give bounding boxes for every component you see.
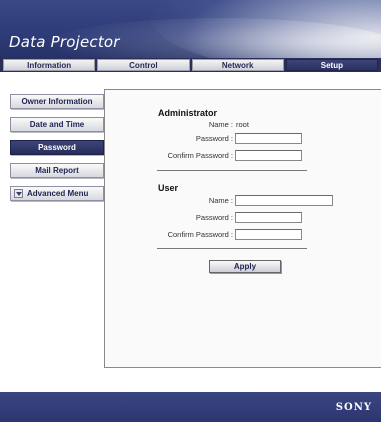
section-divider [157,170,307,171]
brand-logo: SONY [335,402,372,413]
user-password-field[interactable] [235,212,302,223]
admin-name-value: root [236,120,249,129]
chevron-down-icon [14,189,23,198]
header-banner: Data Projector [0,0,381,58]
tab-setup[interactable]: Setup [285,59,378,71]
tab-information[interactable]: Information [3,59,96,71]
administrator-heading: Administrator [158,108,218,118]
main-tabs: Information Control Network Setup [0,58,381,72]
footer-bar: SONY [0,392,381,422]
sidebar-item-label: Advanced Menu [27,189,89,198]
sidebar-item-date-and-time[interactable]: Date and Time [10,117,104,132]
tab-control[interactable]: Control [97,59,190,71]
user-name-label: Name : [208,196,233,205]
app-title: Data Projector [9,33,120,51]
sidebar-item-password[interactable]: Password [10,140,104,155]
user-confirm-password-field[interactable] [235,229,302,240]
section-divider [157,248,307,249]
apply-button[interactable]: Apply [209,260,281,273]
admin-confirm-password-field[interactable] [235,150,302,161]
tab-network[interactable]: Network [191,59,284,71]
admin-password-label: Password : [195,134,233,143]
user-confirm-password-label: Confirm Password : [167,230,233,239]
user-name-field[interactable] [235,195,333,206]
sidebar-item-owner-information[interactable]: Owner Information [10,94,104,109]
user-password-label: Password : [195,213,233,222]
admin-name-label: Name : [208,120,233,129]
user-heading: User [158,183,179,193]
admin-password-field[interactable] [235,133,302,144]
content-panel: Administrator Name : root Password : Con… [104,89,381,368]
sidebar-item-mail-report[interactable]: Mail Report [10,163,104,178]
sidebar-item-advanced-menu[interactable]: Advanced Menu [10,186,104,201]
sidebar: Owner Information Date and Time Password… [10,94,104,209]
admin-confirm-password-label: Confirm Password : [167,151,233,160]
